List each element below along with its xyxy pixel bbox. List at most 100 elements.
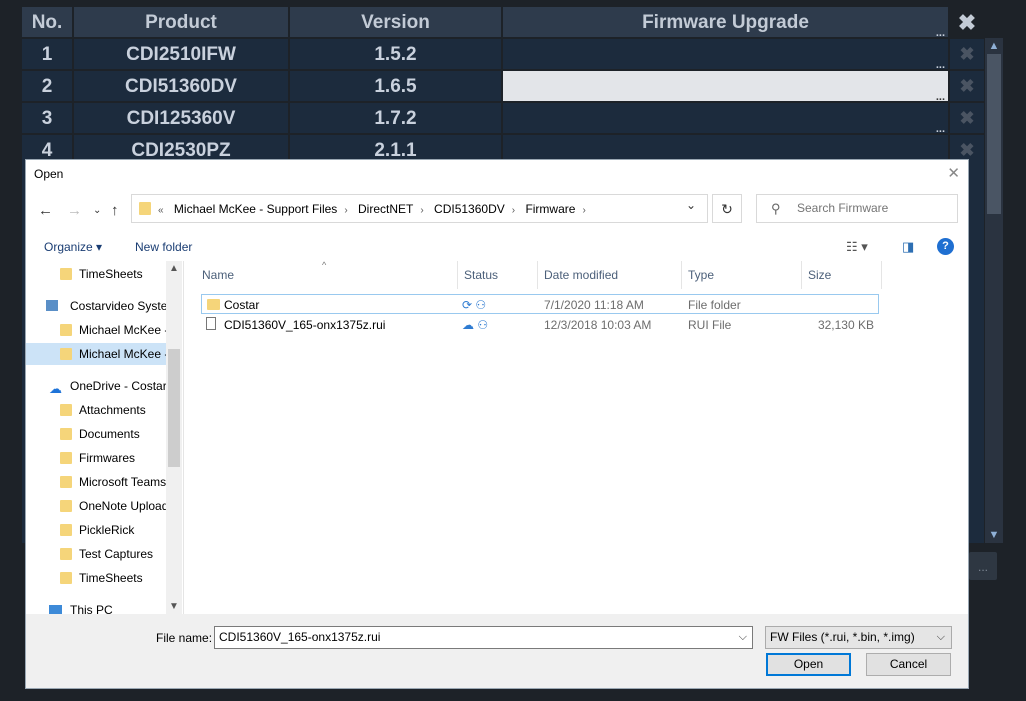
row-product: CDI2510IFW: [74, 39, 288, 69]
folder-icon: [60, 428, 72, 440]
breadcrumb-separator[interactable]: ›: [582, 205, 585, 216]
scroll-down-icon[interactable]: ▼: [166, 601, 182, 612]
breadcrumb-separator[interactable]: ›: [512, 205, 515, 216]
nav-scrollbar[interactable]: ▲ ▼: [166, 261, 182, 614]
nav-item-label: Test Captures: [79, 547, 154, 561]
folder-icon: [60, 348, 72, 360]
folder-icon: [139, 202, 151, 215]
breadcrumb-item[interactable]: Firmware: [525, 202, 575, 216]
open-button[interactable]: Open: [766, 653, 851, 676]
nav-item[interactable]: Costarvideo Syste: [26, 295, 182, 317]
row-no: 3: [22, 103, 72, 133]
nav-item-label: Costarvideo Syste: [70, 299, 168, 313]
breadcrumb-item[interactable]: DirectNET: [358, 202, 413, 216]
nav-item-label: TimeSheets: [79, 267, 143, 281]
firmware-path-field[interactable]: ...: [503, 39, 948, 71]
cloud-icon: ☁: [49, 381, 62, 396]
folder-icon: [60, 324, 72, 336]
nav-item-label: Microsoft Teams: [79, 475, 167, 489]
search-input[interactable]: [795, 200, 949, 216]
file-name: CDI51360V_165-onx1375z.rui: [224, 318, 386, 332]
nav-item[interactable]: Michael McKee -: [26, 319, 182, 341]
file-type-value: FW Files (*.rui, *.bin, *.img): [770, 630, 915, 644]
file-name-label: File name:: [156, 631, 213, 645]
nav-item[interactable]: OneNote Upload: [26, 495, 182, 517]
preview-pane-icon[interactable]: ◨: [902, 239, 914, 255]
file-date: 12/3/2018 10:03 AM: [544, 318, 652, 332]
scroll-up-icon[interactable]: ▲: [166, 263, 182, 274]
file-date: 7/1/2020 11:18 AM: [544, 298, 644, 312]
folder-icon: [60, 572, 72, 584]
column-status[interactable]: Status: [458, 261, 538, 289]
nav-item[interactable]: This PC: [26, 599, 182, 614]
breadcrumb-item[interactable]: Michael McKee - Support Files: [174, 202, 337, 216]
file-type: RUI File: [688, 318, 732, 332]
chevron-down-icon[interactable]: ⌵: [739, 631, 747, 644]
refresh-icon[interactable]: ↻: [712, 194, 742, 223]
dialog-title: Open: [34, 167, 64, 181]
firmware-path-field[interactable]: ...: [503, 71, 948, 103]
column-type[interactable]: Type: [682, 261, 802, 289]
nav-item-label: Michael McKee -: [79, 347, 169, 361]
breadcrumb-separator[interactable]: ›: [420, 205, 423, 216]
file-name-input[interactable]: [219, 630, 719, 644]
column-size[interactable]: Size: [802, 261, 882, 289]
delete-row-icon[interactable]: ✖: [950, 39, 984, 69]
nav-item[interactable]: TimeSheets: [26, 567, 182, 589]
view-options-icon[interactable]: ☷ ▾: [846, 239, 868, 255]
scroll-up-icon[interactable]: ▲: [985, 39, 1003, 53]
organize-button[interactable]: Organize ▾: [44, 240, 102, 254]
delete-row-icon[interactable]: ✖: [950, 103, 984, 133]
chevron-down-icon[interactable]: ⌵: [937, 627, 945, 648]
breadcrumb-item[interactable]: CDI51360DV: [434, 202, 505, 216]
nav-item[interactable]: PickleRick: [26, 519, 182, 541]
nav-item[interactable]: Test Captures: [26, 543, 182, 565]
file-name-combobox[interactable]: ⌵: [214, 626, 753, 649]
nav-item[interactable]: Attachments: [26, 399, 182, 421]
firmware-path-field[interactable]: ...: [503, 103, 948, 135]
folder-icon: [60, 404, 72, 416]
file-type-select[interactable]: FW Files (*.rui, *.bin, *.img) ⌵: [765, 626, 952, 649]
column-name[interactable]: Name: [196, 261, 458, 289]
up-arrow-icon[interactable]: ↑: [111, 202, 119, 219]
side-more-button[interactable]: ...: [969, 552, 997, 580]
file-row[interactable]: Costar ⟳ ⚇ 7/1/2020 11:18 AM File folder: [201, 294, 879, 314]
scroll-down-icon[interactable]: ▼: [985, 528, 1003, 542]
nav-item[interactable]: Documents: [26, 423, 182, 445]
new-folder-button[interactable]: New folder: [135, 240, 192, 254]
search-box[interactable]: ⚲: [756, 194, 958, 223]
row-product: CDI51360DV: [74, 71, 288, 101]
breadcrumb-separator[interactable]: ›: [344, 205, 347, 216]
address-bar[interactable]: « Michael McKee - Support Files › DirectN…: [131, 194, 708, 223]
cloud-status-icon: ☁ ⚇: [462, 318, 489, 332]
help-icon[interactable]: ?: [937, 238, 954, 255]
cancel-button[interactable]: Cancel: [866, 653, 951, 676]
nav-item-selected[interactable]: Michael McKee -: [26, 343, 182, 365]
nav-item[interactable]: ☁ OneDrive - Costar: [26, 375, 182, 397]
address-dropdown-icon[interactable]: ⌄: [686, 198, 696, 212]
delete-row-icon[interactable]: ✖: [950, 71, 984, 101]
breadcrumb-overflow[interactable]: «: [158, 205, 164, 216]
header-firmware-upgrade: Firmware Upgrade...: [503, 7, 948, 39]
close-icon[interactable]: ✕: [947, 164, 960, 182]
scroll-thumb[interactable]: [987, 54, 1001, 214]
nav-item-label: TimeSheets: [79, 571, 143, 585]
file-row[interactable]: CDI51360V_165-onx1375z.rui ☁ ⚇ 12/3/2018…: [201, 315, 879, 335]
nav-item-label: This PC: [70, 603, 113, 614]
nav-item-label: Documents: [79, 427, 140, 441]
nav-item-label: OneNote Upload: [79, 499, 169, 513]
forward-arrow-icon[interactable]: →: [67, 202, 82, 219]
table-scrollbar[interactable]: ▲ ▼: [985, 38, 1003, 543]
nav-item[interactable]: Microsoft Teams: [26, 471, 182, 493]
recent-locations-chevron-icon[interactable]: ⌄: [93, 205, 101, 216]
column-date-modified[interactable]: Date modified: [538, 261, 682, 289]
header-product: Product: [74, 7, 288, 37]
back-arrow-icon[interactable]: ←: [38, 202, 53, 219]
close-all-icon[interactable]: ✖: [950, 7, 984, 37]
folder-icon: [60, 476, 72, 488]
nav-item[interactable]: Firmwares: [26, 447, 182, 469]
scroll-thumb[interactable]: [168, 349, 180, 467]
row-version: 1.7.2: [290, 103, 501, 133]
nav-item[interactable]: TimeSheets: [26, 263, 182, 285]
pane-divider[interactable]: [183, 261, 184, 614]
